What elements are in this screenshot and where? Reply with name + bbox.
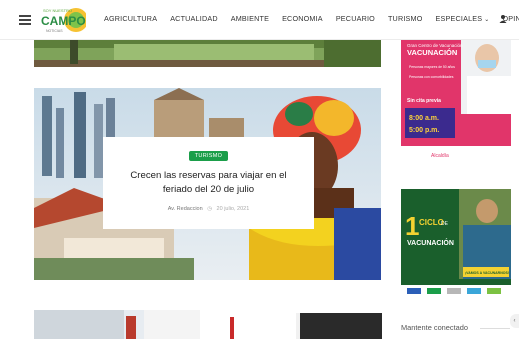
chevron-down-icon: ⌄ (484, 17, 490, 23)
svg-text:NOTICIAS: NOTICIAS (46, 29, 63, 33)
clock-icon: ◷ (207, 206, 213, 212)
ad-banner-ciclo-vacunacion[interactable]: 1 CICLO DE VACUNACIÓN ¡VAMOS A VACUNARNO… (401, 189, 511, 297)
svg-text:DE: DE (441, 221, 449, 227)
svg-text:5:00 p.m.: 5:00 p.m. (409, 127, 439, 134)
nav-item-turismo[interactable]: TURISMO (388, 14, 423, 23)
menu-icon[interactable] (19, 15, 31, 25)
svg-text:8:00 a.m.: 8:00 a.m. (409, 115, 439, 122)
featured-article-card[interactable]: TURISMO Crecen las reservas para viajar … (103, 137, 314, 229)
svg-text:SOY NUESTRO: SOY NUESTRO (43, 8, 72, 13)
article-title[interactable]: Crecen las reservas para viajar en el fe… (115, 169, 302, 197)
svg-text:¡VAMOS A VACUNARNOS!: ¡VAMOS A VACUNARNOS! (465, 271, 509, 275)
article-thumbnail[interactable] (34, 310, 200, 339)
divider (480, 328, 510, 329)
nav-item-agricultura[interactable]: AGRICULTURA (104, 14, 157, 23)
site-logo[interactable]: SOY NUESTRO CAMPO NOTICIAS (40, 4, 86, 36)
article-date: 20 julio, 2021 (216, 206, 250, 212)
user-icon[interactable] (498, 14, 508, 24)
nav-item-pecuario[interactable]: PECUARIO (336, 14, 375, 23)
svg-text:VACUNACIÓN: VACUNACIÓN (407, 48, 457, 57)
nav-item-ambiente[interactable]: AMBIENTE (231, 14, 269, 23)
article-meta: Av. Redaccion ◷ 20 julio, 2021 (103, 206, 314, 212)
site-header: SOY NUESTRO CAMPO NOTICIAS AGRICULTURA A… (0, 0, 519, 40)
chevron-up-icon[interactable]: ‹ (510, 314, 519, 328)
nav-item-especiales-label: ESPECIALES (435, 14, 483, 23)
nav-item-actualidad[interactable]: ACTUALIDAD (170, 14, 218, 23)
svg-text:CAMPO: CAMPO (41, 14, 86, 28)
category-badge[interactable]: TURISMO (188, 151, 229, 161)
stay-connected-heading: Mantente conectado (401, 323, 468, 332)
nav-item-economia[interactable]: ECONOMIA (282, 14, 323, 23)
nav-item-especiales[interactable]: ESPECIALES ⌄ (436, 14, 490, 23)
svg-text:Alcaldía: Alcaldía (431, 153, 449, 159)
svg-text:1: 1 (405, 211, 419, 241)
svg-text:VACUNACIÓN: VACUNACIÓN (407, 238, 454, 247)
svg-text:Sin cita previa: Sin cita previa (407, 98, 441, 104)
ad-banner-vaccination[interactable]: Gran Centro de Vacunación VACUNACIÓN Per… (401, 38, 511, 162)
svg-text:Personas mayores de 50 años: Personas mayores de 50 años (409, 65, 455, 69)
article-author[interactable]: Av. Redaccion (168, 206, 203, 212)
svg-text:Personas con comorbilidades: Personas con comorbilidades (409, 75, 454, 79)
main-nav: AGRICULTURA ACTUALIDAD AMBIENTE ECONOMIA… (104, 14, 519, 23)
article-image-garden[interactable] (34, 38, 381, 67)
article-thumbnail[interactable] (216, 313, 382, 339)
